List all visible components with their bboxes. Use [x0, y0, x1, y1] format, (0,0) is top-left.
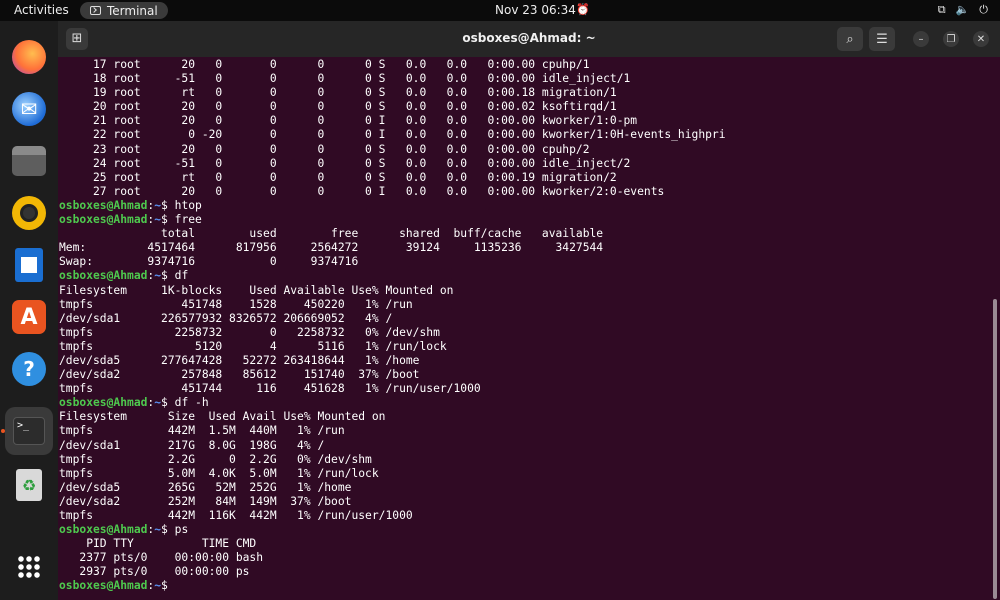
output-line: tmpfs 5120 4 5116 1% /run/lock [59, 339, 447, 353]
close-button[interactable]: ✕ [973, 31, 989, 47]
terminal-small-icon [90, 6, 101, 15]
activities-button[interactable]: Activities [14, 3, 69, 17]
terminal-output[interactable]: 17 root 20 0 0 0 0 S 0.0 0.0 0:00.00 cpu… [58, 58, 988, 600]
output-line: tmpfs 451744 116 451628 1% /run/user/100… [59, 382, 481, 396]
close-icon: ✕ [976, 33, 986, 45]
output-line: 24 root -51 0 0 0 0 S 0.0 0.0 0:00.00 id… [59, 156, 631, 170]
output-line: /dev/sda1 217G 8.0G 198G 4% / [59, 438, 325, 452]
prompt-line: osboxes@Ahmad:~$ htop [59, 198, 202, 212]
command-text: df -h [174, 396, 209, 410]
header-bar: ⊞ osboxes@Ahmad: ~ ⌕ ☰ – ❐ ✕ [58, 21, 1000, 57]
files-icon [12, 146, 46, 176]
search-icon: ⌕ [846, 31, 854, 47]
output-line: Filesystem 1K-blocks Used Available Use%… [59, 283, 454, 297]
top-bar: Activities Terminal Nov 23 06:34 ⏰ ⧉ 🔈 ⏻ [0, 0, 1000, 21]
rhythmbox-icon [12, 196, 46, 230]
output-line: tmpfs 5.0M 4.0K 5.0M 1% /run/lock [59, 466, 379, 480]
scrollbar[interactable] [993, 299, 997, 599]
prompt-user: osboxes@Ahmad [59, 198, 148, 212]
output-line: /dev/sda5 277647428 52272 263418644 1% /… [59, 353, 420, 367]
dock-item-trash[interactable]: ♻ [5, 461, 53, 509]
trash-icon: ♻ [16, 469, 42, 501]
dock-item-rhythmbox[interactable] [5, 189, 53, 237]
clock[interactable]: Nov 23 06:34 [495, 3, 576, 17]
volume-icon: 🔈 [955, 3, 970, 16]
dock-item-help[interactable]: ? [5, 345, 53, 393]
prompt-user: osboxes@Ahmad [59, 396, 148, 410]
output-line: total used free shared buff/cache availa… [59, 227, 604, 241]
output-line: 18 root -51 0 0 0 0 S 0.0 0.0 0:00.00 id… [59, 72, 631, 86]
software-center-icon: A [12, 300, 46, 334]
dock-item-show-apps[interactable] [5, 543, 53, 591]
command-text: free [174, 213, 202, 227]
dock: ✉ A ? >_ ♻ [0, 21, 58, 600]
system-tray[interactable]: ⧉ 🔈 ⏻ [938, 3, 988, 17]
show-apps-icon [17, 555, 41, 579]
output-line: 20 root 20 0 0 0 0 S 0.0 0.0 0:00.02 kso… [59, 100, 617, 114]
command-text: htop [174, 198, 202, 212]
output-line: 25 root rt 0 0 0 0 S 0.0 0.0 0:00.19 mig… [59, 170, 617, 184]
dock-item-files[interactable] [5, 137, 53, 185]
prompt-line: osboxes@Ahmad:~$ ps [59, 523, 189, 537]
output-line: 21 root 20 0 0 0 0 I 0.0 0.0 0:00.00 kwo… [59, 114, 638, 128]
output-line: PID TTY TIME CMD [59, 537, 257, 551]
output-line: tmpfs 2.2G 0 2.2G 0% /dev/shm [59, 452, 372, 466]
output-line: 2937 pts/0 00:00:00 ps [59, 565, 250, 579]
minimize-icon: – [918, 33, 924, 45]
output-line: 27 root 20 0 0 0 0 I 0.0 0.0 0:00.00 kwo… [59, 184, 665, 198]
output-line: 22 root 0 -20 0 0 0 I 0.0 0.0 0:00.00 kw… [59, 128, 726, 142]
dock-item-writer[interactable] [5, 241, 53, 289]
dock-item-thunderbird[interactable]: ✉ [5, 85, 53, 133]
output-line: 23 root 20 0 0 0 0 S 0.0 0.0 0:00.00 cpu… [59, 142, 590, 156]
maximize-icon: ❐ [946, 33, 956, 45]
terminal-lines: 17 root 20 0 0 0 0 S 0.0 0.0 0:00.00 cpu… [59, 58, 726, 594]
prompt-line: osboxes@Ahmad:~$ df -h [59, 396, 209, 410]
bell-icon[interactable]: ⏰ [576, 3, 590, 16]
maximize-button[interactable]: ❐ [943, 31, 959, 47]
output-line: 17 root 20 0 0 0 0 S 0.0 0.0 0:00.00 cpu… [59, 58, 590, 71]
prompt-user: osboxes@Ahmad [59, 213, 148, 227]
dock-item-terminal[interactable]: >_ [5, 407, 53, 455]
power-icon: ⏻ [979, 3, 988, 16]
thunderbird-icon: ✉ [12, 92, 46, 126]
firefox-icon [12, 40, 46, 74]
network-icon: ⧉ [937, 3, 946, 16]
output-line: Filesystem Size Used Avail Use% Mounted … [59, 410, 386, 424]
output-line: tmpfs 442M 1.5M 440M 1% /run [59, 424, 345, 438]
command-text: ps [174, 523, 189, 537]
menu-button[interactable]: ☰ [869, 27, 895, 51]
output-line: Mem: 4517464 817956 2564272 39124 113523… [59, 241, 604, 255]
output-line: 19 root rt 0 0 0 0 S 0.0 0.0 0:00.18 mig… [59, 86, 617, 100]
help-icon: ? [12, 352, 46, 386]
terminal-window: ⊞ osboxes@Ahmad: ~ ⌕ ☰ – ❐ ✕ 17 root 20 … [58, 21, 1000, 600]
terminal-icon: >_ [13, 417, 45, 445]
hamburger-icon: ☰ [876, 31, 888, 47]
search-button[interactable]: ⌕ [837, 27, 863, 51]
output-line: /dev/sda2 257848 85612 151740 37% /boot [59, 368, 420, 382]
prompt-line: osboxes@Ahmad:~$ [59, 579, 175, 593]
prompt-user: osboxes@Ahmad [59, 523, 148, 537]
output-line: /dev/sda1 226577932 8326572 206669052 4%… [59, 311, 393, 325]
app-menu-button[interactable]: Terminal [80, 2, 168, 19]
prompt-line: osboxes@Ahmad:~$ df [59, 269, 189, 283]
minimize-button[interactable]: – [913, 31, 929, 47]
output-line: tmpfs 451748 1528 450220 1% /run [59, 297, 413, 311]
output-line: /dev/sda5 265G 52M 252G 1% /home [59, 480, 352, 494]
output-line: tmpfs 442M 116K 442M 1% /run/user/1000 [59, 509, 413, 522]
dock-item-firefox[interactable] [5, 33, 53, 81]
app-menu-label: Terminal [107, 3, 158, 18]
output-line: tmpfs 2258732 0 2258732 0% /dev/shm [59, 325, 440, 339]
prompt-user: osboxes@Ahmad [59, 269, 148, 283]
output-line: /dev/sda2 252M 84M 149M 37% /boot [59, 494, 352, 508]
command-text: df [174, 269, 189, 283]
running-indicator [1, 429, 5, 433]
libreoffice-writer-icon [15, 248, 43, 282]
prompt-line: osboxes@Ahmad:~$ free [59, 213, 202, 227]
prompt-user: osboxes@Ahmad [59, 579, 148, 593]
output-line: Swap: 9374716 0 9374716 [59, 255, 359, 269]
output-line: 2377 pts/0 00:00:00 bash [59, 551, 264, 565]
dock-item-software[interactable]: A [5, 293, 53, 341]
